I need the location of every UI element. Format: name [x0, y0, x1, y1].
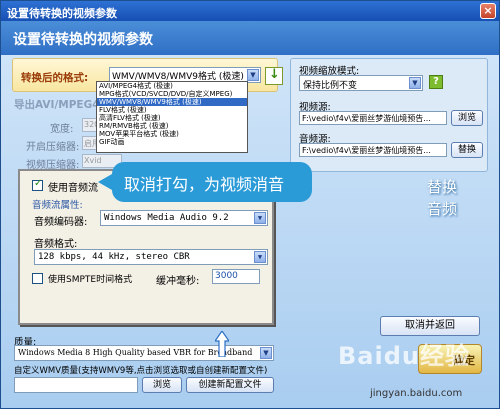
format-dropdown-list[interactable]: AVI/MPEG4格式 (极速) MPG格式(VCD/SVCD/DVD/自定义MP…: [96, 81, 248, 153]
format-label: 转换后的格式:: [21, 72, 89, 84]
close-button[interactable]: ×: [480, 3, 496, 19]
source-panel: 视频缩放模式: 保持比例不变 ▼ ? 视频源: F:\vedio\f4v\爱丽丝…: [290, 58, 488, 172]
format-option[interactable]: WMV/WMV8/WMV9格式 (极速): [97, 98, 247, 106]
audio-section-label: 音频流属性:: [32, 200, 83, 211]
format-option[interactable]: FLV格式 (极速): [97, 106, 247, 114]
enable-compressor-label: 开启压缩器:: [26, 142, 80, 153]
width-label: 宽度:: [50, 124, 74, 135]
dialog-header: 设置待转换的视频参数: [1, 21, 499, 55]
audio-source-path[interactable]: F:\vedio\f4v\爱丽丝梦游仙境预告...: [299, 143, 447, 157]
page-title: 设置待转换的视频参数: [13, 32, 153, 48]
smpte-checkbox[interactable]: [32, 273, 43, 284]
create-profile-button[interactable]: 创建新配置文件: [186, 377, 274, 393]
custom-quality-input[interactable]: [14, 377, 138, 393]
callout-line-1: 替换: [426, 178, 457, 196]
window-title: 设置待转换的视频参数: [7, 7, 117, 20]
audio-format-label: 音频格式:: [34, 239, 78, 250]
title-bar: 设置待转换的视频参数 ×: [1, 1, 499, 21]
browse-custom-button[interactable]: 浏览: [142, 377, 182, 393]
callout-line-2: 音频: [426, 200, 457, 218]
audio-encoder-select[interactable]: Windows Media Audio 9.2 ▼: [100, 210, 268, 226]
help-icon[interactable]: ?: [429, 75, 443, 89]
watermark-url: jingyan.baidu.com: [370, 388, 463, 399]
chevron-down-icon[interactable]: ▼: [254, 251, 266, 263]
replace-audio-callout: 替换 音频: [412, 176, 472, 224]
quality-select[interactable]: Windows Media 8 High Quality based VBR f…: [14, 345, 274, 361]
audio-format-select[interactable]: 128 kbps, 44 kHz, stereo CBR ▼: [34, 249, 268, 265]
chevron-down-icon[interactable]: ▼: [409, 77, 421, 89]
scale-mode-select[interactable]: 保持比例不变 ▼: [299, 75, 423, 91]
format-option[interactable]: MOV苹果平台格式 (极速): [97, 130, 247, 138]
format-option[interactable]: GIF动画: [97, 138, 247, 146]
pointer-arrow-icon: [215, 331, 229, 357]
cancel-button[interactable]: 取消并返回: [380, 316, 480, 336]
buffer-label: 缓冲毫秒:: [156, 276, 200, 287]
format-option[interactable]: MPG格式(VCD/SVCD/DVD/自定义MPEG): [97, 90, 247, 98]
audio-encoder-value: Windows Media Audio 9.2: [104, 213, 229, 223]
export-label: 导出AVI/MPEG4: [14, 99, 100, 111]
buffer-input[interactable]: 3000: [212, 269, 260, 284]
audio-encoder-label: 音频编码器:: [34, 217, 88, 228]
format-option[interactable]: AVI/MPEG4格式 (极速): [97, 82, 247, 90]
replace-audio-button[interactable]: 替换: [451, 142, 483, 158]
mute-callout: 取消打勾，为视频消音: [98, 162, 312, 202]
video-source-path[interactable]: F:\vedio\f4v\爱丽丝梦游仙境预告...: [299, 111, 447, 125]
chevron-down-icon[interactable]: ▼: [247, 69, 259, 81]
scale-mode-value: 保持比例不变: [303, 81, 358, 91]
custom-quality-label: 自定义WMV质量(支持WMV9等,点击浏览选取或自创建新配置文件): [14, 366, 268, 376]
format-option[interactable]: 高清FLV格式 (极速): [97, 114, 247, 122]
browse-video-button[interactable]: 浏览: [451, 110, 483, 126]
use-audio-label: 使用音频流: [48, 183, 98, 194]
use-audio-checkbox[interactable]: [32, 178, 43, 191]
watermark-logo: Baidu经验: [338, 342, 470, 370]
chevron-down-icon[interactable]: ▼: [254, 212, 266, 224]
audio-format-value: 128 kbps, 44 kHz, stereo CBR: [38, 252, 190, 262]
format-option[interactable]: RM/RMVB格式 (极速): [97, 122, 247, 130]
download-arrow-icon[interactable]: [265, 67, 283, 85]
smpte-label: 使用SMPTE时间格式: [48, 275, 133, 285]
chevron-down-icon[interactable]: ▼: [260, 347, 272, 359]
